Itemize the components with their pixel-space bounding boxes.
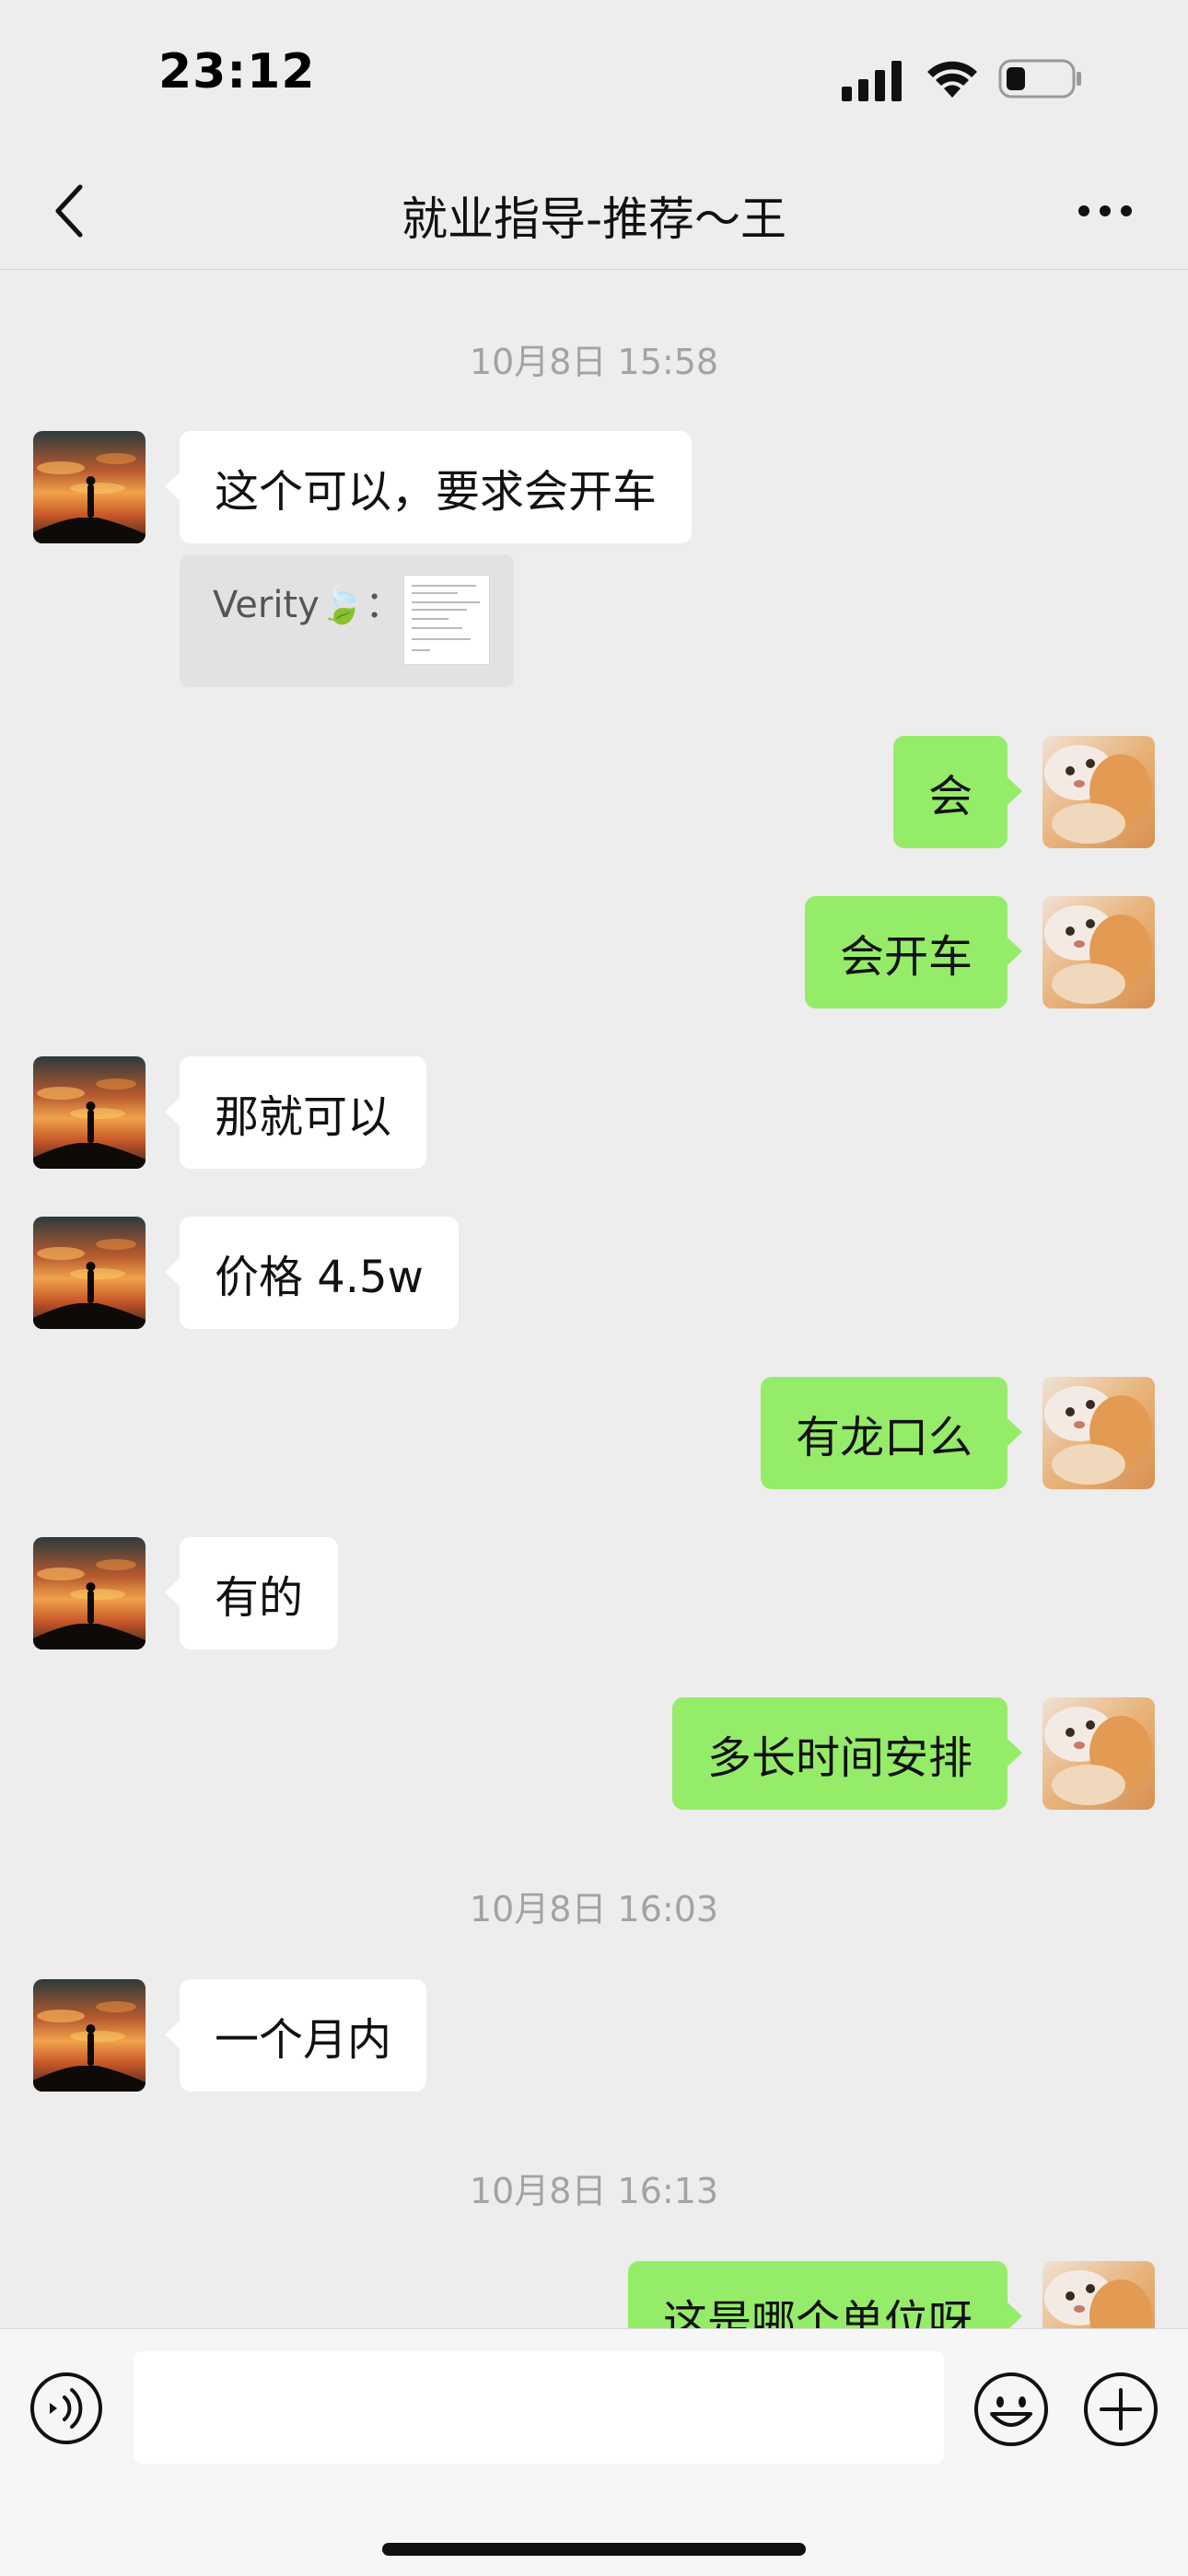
home-indicator <box>382 2543 806 2556</box>
battery-icon <box>998 59 1081 99</box>
wifi-icon <box>927 61 977 98</box>
my-avatar[interactable] <box>1042 2261 1155 2328</box>
input-bar <box>0 2328 1188 2576</box>
message-bubble[interactable]: 价格 4.5w <box>165 1217 459 1329</box>
my-avatar[interactable] <box>1042 896 1155 1008</box>
my-avatar[interactable] <box>1042 1697 1155 1810</box>
message-bubble[interactable]: 一个月内 <box>164 1979 427 2092</box>
status-time: 23:12 <box>158 44 316 99</box>
quote-sender: Verity🍃： <box>213 584 402 626</box>
message-list[interactable]: 10月8日 15:58 这个可以，要求会开车 Verity🍃： 会 会开车 那就… <box>0 269 1188 2328</box>
plus-icon[interactable] <box>1083 2372 1159 2447</box>
quote-thumbnail <box>403 575 490 665</box>
quoted-message[interactable]: Verity🍃： <box>180 554 514 687</box>
message-bubble[interactable]: 这是哪个单位呀 <box>627 2261 1023 2328</box>
contact-avatar[interactable] <box>33 431 146 543</box>
contact-avatar[interactable] <box>33 1217 146 1329</box>
contact-avatar[interactable] <box>33 1979 146 2092</box>
message-bubble[interactable]: 这个可以，要求会开车 <box>164 431 693 543</box>
message-bubble[interactable]: 会 <box>892 736 1023 848</box>
message-bubble[interactable]: 有龙口么 <box>760 1377 1023 1489</box>
timestamp: 10月8日 16:03 <box>469 1889 719 1929</box>
my-avatar[interactable] <box>1042 736 1155 848</box>
my-avatar[interactable] <box>1042 1377 1155 1489</box>
contact-avatar[interactable] <box>33 1537 146 1649</box>
chat-title: 就业指导-推荐～王 <box>401 192 787 246</box>
more-dots-icon <box>1078 205 1132 216</box>
message-input[interactable] <box>134 2351 944 2464</box>
contact-avatar[interactable] <box>33 1056 146 1169</box>
chevron-left-icon <box>55 184 83 238</box>
timestamp: 10月8日 15:58 <box>469 342 719 382</box>
message-bubble[interactable]: 会开车 <box>804 896 1023 1008</box>
message-bubble[interactable]: 多长时间安排 <box>671 1697 1023 1810</box>
chat-header: 就业指导-推荐～王 <box>0 157 1188 270</box>
back-button[interactable] <box>37 179 101 243</box>
message-bubble[interactable]: 那就可以 <box>164 1056 427 1169</box>
signal-icon <box>842 61 902 101</box>
voice-icon[interactable] <box>29 2372 103 2445</box>
status-bar: 23:12 <box>0 0 1188 157</box>
emoji-icon[interactable] <box>973 2372 1049 2447</box>
message-bubble[interactable]: 有的 <box>164 1537 339 1649</box>
timestamp: 10月8日 16:13 <box>469 2171 719 2211</box>
more-button[interactable] <box>1068 179 1142 243</box>
